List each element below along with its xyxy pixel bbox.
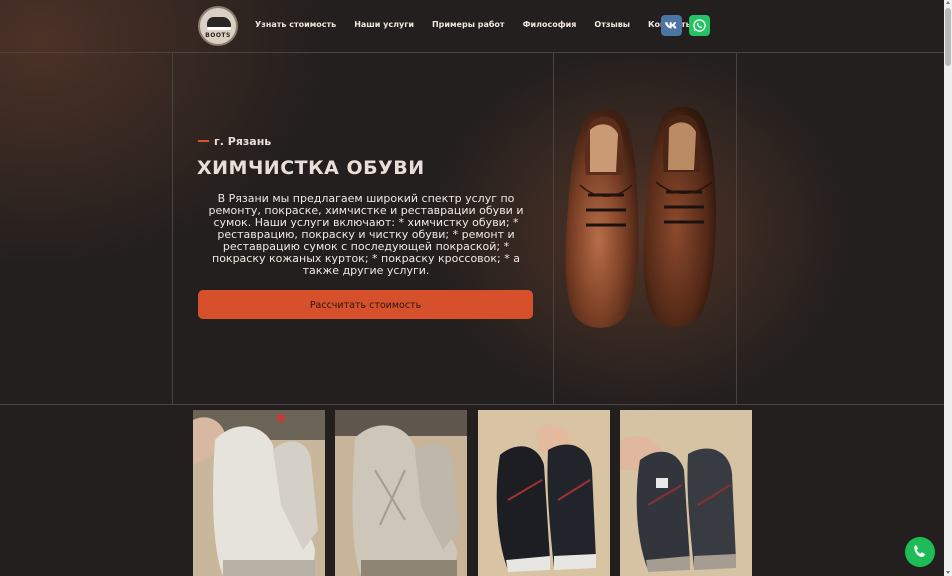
nav-link-price[interactable]: Узнать стоимость [255,20,336,29]
scroll-up-icon[interactable] [946,1,950,4]
gallery-photo[interactable] [620,410,752,576]
hero-description: В Рязани мы предлагаем широкий спектр ус… [208,192,524,277]
scrollbar-thumb[interactable] [945,8,951,66]
accent-dash [198,140,209,142]
whatsapp-button[interactable] [689,15,710,36]
leather-shoes-image [565,106,716,328]
whatsapp-icon [693,19,706,32]
main-nav: Узнать стоимость Наши услуги Примеры раб… [255,20,711,29]
call-button[interactable] [905,537,935,567]
nav-link-philosophy[interactable]: Философия [523,20,577,29]
nav-link-services[interactable]: Наши услуги [354,20,414,29]
gallery-photo[interactable] [193,410,325,576]
nav-link-reviews[interactable]: Отзывы [594,20,630,29]
worn-boots-photo [335,410,467,576]
page-background [0,0,944,576]
frame-line-right [736,52,737,404]
calculate-price-button[interactable]: Рассчитать стоимость [198,290,533,319]
gallery-photo[interactable] [478,410,610,576]
site-header: BOOTS Узнать стоимость Наши услуги Приме… [0,0,944,53]
frame-line-left [172,52,173,404]
phone-icon [914,545,925,558]
sneakers-clean-photo [478,410,610,576]
gallery-photo[interactable] [335,410,467,576]
shoe-logo-icon [207,17,231,30]
logo-text: BOOTS [205,32,231,39]
section-divider [0,404,944,405]
scroll-down-icon[interactable] [946,571,950,574]
white-boots-photo [193,410,325,576]
sneakers-dirty-photo [620,410,752,576]
logo[interactable]: BOOTS [198,6,238,46]
frame-line-middle [553,52,554,404]
city-label: г. Рязань [198,135,271,148]
nav-link-portfolio[interactable]: Примеры работ [432,20,505,29]
page-title: ХИМЧИСТКА ОБУВИ [197,157,425,179]
city-text: г. Рязань [214,135,272,148]
vk-icon [664,22,677,29]
page-scrollbar[interactable] [944,0,952,576]
vk-button[interactable] [661,15,682,36]
